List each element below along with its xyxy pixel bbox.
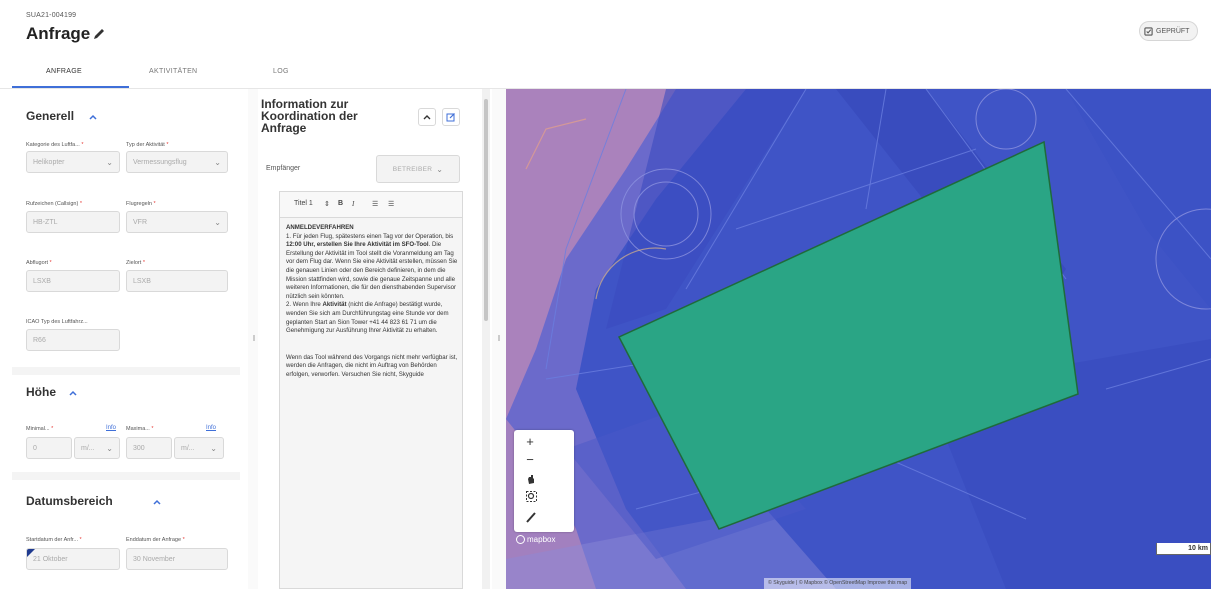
chevron-up-icon[interactable] bbox=[88, 113, 98, 121]
chevron-down-icon: ⌄ bbox=[106, 157, 113, 167]
map-controls: + − bbox=[514, 430, 574, 532]
activity-type-select[interactable]: Vermessungsflug ⌄ bbox=[126, 151, 228, 173]
flight-rules-label: Flugregeln bbox=[126, 201, 152, 207]
content-paragraph-3: Wenn das Tool während des Vorgangs nicht… bbox=[286, 353, 458, 378]
section-title-datumsbereich: Datumsbereich bbox=[26, 494, 113, 508]
min-height-label: Minimal... bbox=[26, 426, 50, 432]
chevron-down-icon: ⌄ bbox=[106, 443, 113, 453]
chevron-down-icon: ⌄ bbox=[214, 157, 221, 167]
zoom-area-icon[interactable] bbox=[526, 491, 537, 502]
panel-splitter[interactable] bbox=[492, 89, 506, 589]
section-divider bbox=[12, 367, 240, 375]
header: SUA21-004199 Anfrage GEPRÜFT ANFRAGE AKT… bbox=[0, 0, 1211, 90]
info-panel-scrollbar[interactable] bbox=[482, 89, 490, 589]
checkbox-icon bbox=[1144, 26, 1153, 36]
zoom-out-button[interactable]: − bbox=[524, 452, 536, 467]
map-view[interactable]: + − mapbox © Skyguide | © Mapbox © OpenS… bbox=[506, 89, 1211, 589]
info-panel-title: Information zur Koordination der Anfrage bbox=[261, 97, 358, 135]
ordered-list-icon[interactable]: ☰ bbox=[372, 200, 378, 208]
chevron-up-icon[interactable] bbox=[68, 389, 78, 397]
flight-rules-select[interactable]: VFR ⌄ bbox=[126, 211, 228, 233]
tab-log[interactable]: LOG bbox=[273, 68, 289, 75]
min-height-input[interactable]: 0 bbox=[26, 437, 72, 459]
aircraft-category-label: Kategorie des Luftfa... bbox=[26, 142, 80, 148]
chevron-down-icon: ⌄ bbox=[214, 217, 221, 227]
callsign-input[interactable]: HB-ZTL bbox=[26, 211, 120, 233]
map-scale: 10 km bbox=[1156, 543, 1211, 555]
section-title-generell: Generell bbox=[26, 109, 75, 123]
mapbox-logo: mapbox bbox=[516, 535, 555, 544]
heading-select[interactable]: Titel 1 bbox=[294, 200, 313, 207]
destination-input[interactable]: LSXB bbox=[126, 270, 228, 292]
activity-type-label: Typ der Aktivität bbox=[126, 142, 165, 148]
icao-type-label: ICAO Typ des Luftfahrz... bbox=[26, 319, 88, 325]
editor-toolbar: Titel 1 ⇕ B I ☰ ☰ bbox=[280, 192, 462, 218]
corner-marker-icon bbox=[27, 549, 35, 557]
coordination-info-panel: Information zur Koordination der Anfrage… bbox=[258, 89, 480, 589]
content-heading: ANMELDEVERFAHREN bbox=[286, 224, 354, 231]
pan-hand-icon[interactable] bbox=[526, 473, 536, 485]
edit-icon bbox=[446, 113, 455, 122]
measure-ruler-icon[interactable] bbox=[526, 511, 537, 523]
status-label: GEPRÜFT bbox=[1156, 27, 1190, 35]
min-height-unit-select[interactable]: m/... ⌄ bbox=[74, 437, 120, 459]
max-height-unit-select[interactable]: m/... ⌄ bbox=[174, 437, 224, 459]
content-paragraph-2: 2. Wenn Ihre Aktivität (nicht die Anfrag… bbox=[286, 301, 449, 335]
departure-label: Abflugort bbox=[26, 260, 49, 266]
bold-button[interactable]: B bbox=[338, 200, 343, 207]
map-canvas[interactable] bbox=[506, 89, 1211, 589]
section-divider bbox=[12, 472, 240, 480]
heading-select-arrows-icon[interactable]: ⇕ bbox=[324, 200, 330, 208]
chevron-down-icon: ⌄ bbox=[436, 164, 444, 174]
recipient-select[interactable]: BETREIBER ⌄ bbox=[376, 155, 460, 183]
tab-bar: ANFRAGE AKTIVITÄTEN LOG bbox=[0, 62, 700, 88]
content-paragraph-1: 1. Für jeden Flug, spätestens einen Tag … bbox=[286, 232, 458, 300]
min-height-info-link[interactable]: Info bbox=[106, 425, 116, 431]
scrollbar-thumb[interactable] bbox=[484, 99, 488, 321]
rich-text-editor[interactable]: Titel 1 ⇕ B I ☰ ☰ ANMELDEVERFAHREN 1. Fü… bbox=[279, 191, 463, 589]
mapbox-logo-icon bbox=[516, 535, 525, 544]
start-date-label: Startdatum der Anfr... bbox=[26, 537, 78, 543]
status-badge: GEPRÜFT bbox=[1139, 21, 1199, 41]
tab-aktivitaeten[interactable]: AKTIVITÄTEN bbox=[149, 68, 197, 75]
start-date-input[interactable]: 21 Oktober bbox=[26, 548, 120, 570]
pencil-icon[interactable] bbox=[92, 27, 106, 41]
aircraft-category-select[interactable]: Helikopter ⌄ bbox=[26, 151, 120, 173]
chevron-down-icon: ⌄ bbox=[210, 443, 217, 453]
edit-button[interactable] bbox=[442, 108, 460, 126]
chevron-up-icon[interactable] bbox=[152, 498, 162, 506]
end-date-label: Enddatum der Anfrage bbox=[126, 537, 182, 543]
bullet-list-icon[interactable]: ☰ bbox=[388, 200, 394, 208]
collapse-button[interactable] bbox=[418, 108, 436, 126]
max-height-input[interactable]: 300 bbox=[126, 437, 172, 459]
map-attribution[interactable]: © Skyguide | © Mapbox © OpenStreetMap Im… bbox=[764, 578, 912, 589]
tab-anfrage[interactable]: ANFRAGE bbox=[46, 68, 82, 75]
chevron-up-icon bbox=[423, 115, 431, 120]
icao-type-input[interactable]: R66 bbox=[26, 329, 120, 351]
editor-content: ANMELDEVERFAHREN 1. Für jeden Flug, spät… bbox=[286, 224, 458, 380]
departure-input[interactable]: LSXB bbox=[26, 270, 120, 292]
callsign-label: Rufzeichen (Callsign) bbox=[26, 201, 79, 207]
request-form: Generell Kategorie des Luftfa... * Helik… bbox=[0, 89, 248, 589]
destination-label: Zielort bbox=[126, 260, 142, 266]
request-id: SUA21-004199 bbox=[26, 12, 77, 19]
zoom-in-button[interactable]: + bbox=[524, 434, 536, 449]
airspace-zone bbox=[1066, 89, 1211, 309]
italic-button[interactable]: I bbox=[352, 200, 354, 208]
recipient-label: Empfänger bbox=[266, 165, 301, 172]
section-title-hoehe: Höhe bbox=[26, 385, 56, 399]
max-height-label: Maxima... bbox=[126, 426, 150, 432]
max-height-info-link[interactable]: Info bbox=[206, 425, 216, 431]
end-date-input[interactable]: 30 November bbox=[126, 548, 228, 570]
page-title: Anfrage bbox=[26, 24, 91, 43]
